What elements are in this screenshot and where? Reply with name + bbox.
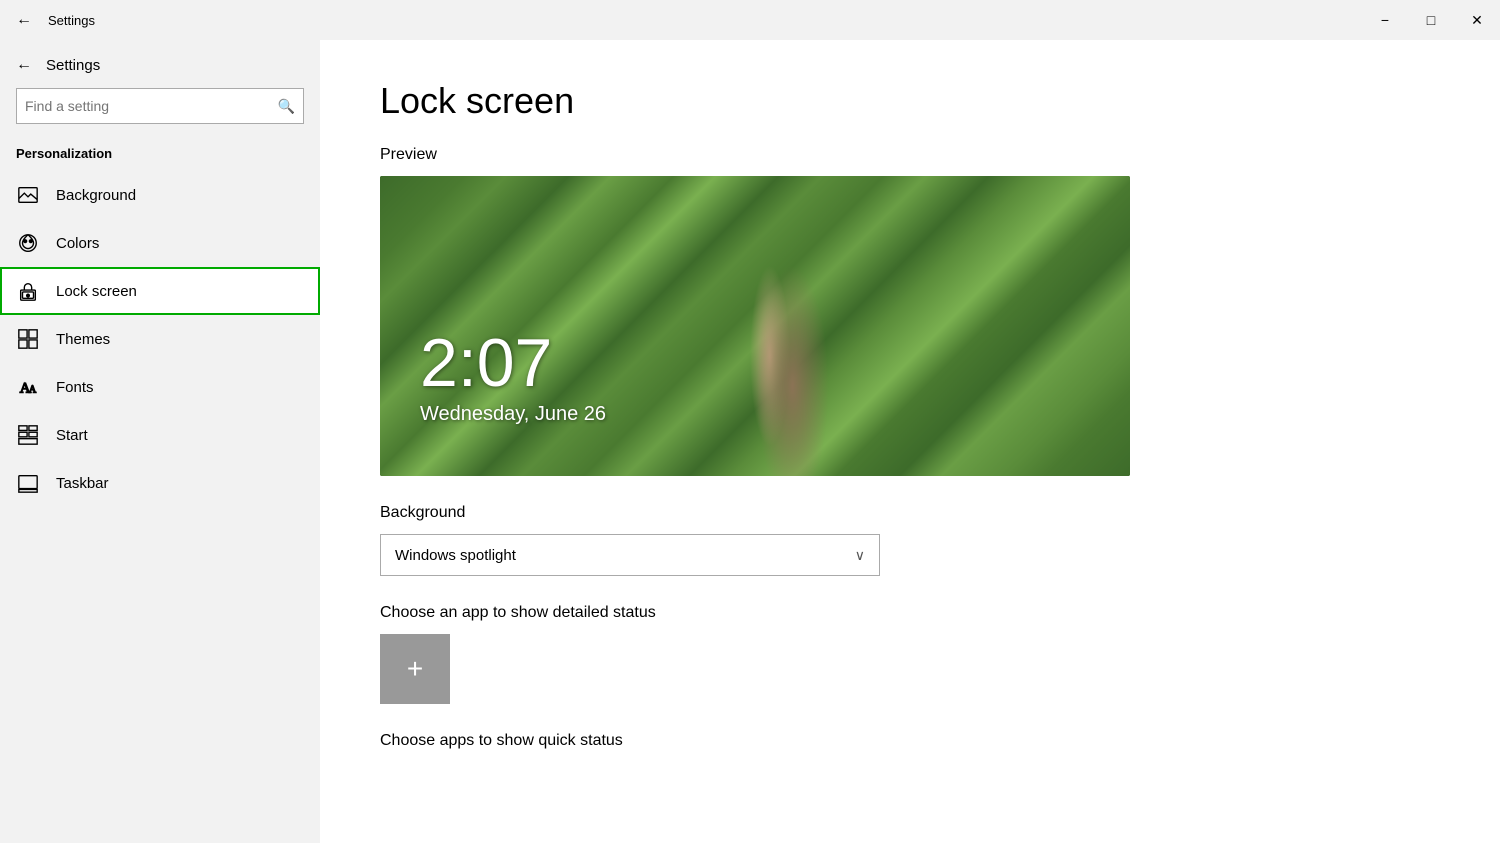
background-section: Background Windows spotlight ∨ xyxy=(380,504,1440,576)
sidebar-item-start-label: Start xyxy=(56,427,88,444)
page-title: Lock screen xyxy=(380,80,1440,122)
preview-label: Preview xyxy=(380,146,1440,164)
preview-landscape: 2:07 Wednesday, June 26 xyxy=(380,176,1130,476)
fonts-icon: A A xyxy=(16,375,40,399)
titlebar-left: ← Settings xyxy=(16,11,95,29)
plus-icon: + xyxy=(407,653,423,685)
search-box[interactable]: 🔍 xyxy=(16,88,304,124)
svg-text:A: A xyxy=(29,385,37,396)
background-section-label: Background xyxy=(380,504,1440,522)
colors-icon xyxy=(16,231,40,255)
background-dropdown-value: Windows spotlight xyxy=(395,547,516,564)
app-body: ← Settings 🔍 Personalization Background xyxy=(0,40,1500,843)
titlebar: ← Settings − □ ✕ xyxy=(0,0,1500,40)
sidebar-item-colors-label: Colors xyxy=(56,235,99,252)
sidebar-back[interactable]: ← Settings xyxy=(0,50,320,80)
maximize-button[interactable]: □ xyxy=(1408,0,1454,40)
chevron-down-icon: ∨ xyxy=(855,547,865,564)
sidebar-item-themes[interactable]: Themes xyxy=(0,315,320,363)
preview-date: Wednesday, June 26 xyxy=(420,403,606,426)
titlebar-title: Settings xyxy=(48,13,95,28)
lock-screen-icon xyxy=(16,279,40,303)
detailed-status-label: Choose an app to show detailed status xyxy=(380,604,1440,622)
nav-back-arrow: ← xyxy=(16,56,32,74)
sidebar-item-background-label: Background xyxy=(56,187,136,204)
back-arrow: ← xyxy=(16,11,32,29)
start-icon xyxy=(16,423,40,447)
sidebar-item-lockscreen[interactable]: Lock screen xyxy=(0,267,320,315)
sidebar-item-fonts-label: Fonts xyxy=(56,379,94,396)
quick-status-section: Choose apps to show quick status xyxy=(380,732,1440,750)
sidebar-item-colors[interactable]: Colors xyxy=(0,219,320,267)
minimize-button[interactable]: − xyxy=(1362,0,1408,40)
preview-overlay: 2:07 Wednesday, June 26 xyxy=(420,329,606,426)
detailed-status-section: Choose an app to show detailed status + xyxy=(380,604,1440,704)
sidebar-item-start[interactable]: Start xyxy=(0,411,320,459)
main-content: Lock screen Preview 2:07 Wednesday, June… xyxy=(320,40,1500,843)
sidebar-item-themes-label: Themes xyxy=(56,331,110,348)
titlebar-controls: − □ ✕ xyxy=(1362,0,1500,40)
sidebar-section-label: Personalization xyxy=(0,140,320,171)
background-icon xyxy=(16,183,40,207)
search-input[interactable] xyxy=(25,98,278,114)
sidebar-item-lockscreen-label: Lock screen xyxy=(56,283,137,300)
preview-time: 2:07 xyxy=(420,329,606,397)
sidebar-item-taskbar-label: Taskbar xyxy=(56,475,109,492)
sidebar-item-fonts[interactable]: A A Fonts xyxy=(0,363,320,411)
close-button[interactable]: ✕ xyxy=(1454,0,1500,40)
themes-icon xyxy=(16,327,40,351)
taskbar-icon xyxy=(16,471,40,495)
sidebar: ← Settings 🔍 Personalization Background xyxy=(0,40,320,843)
lock-screen-preview: 2:07 Wednesday, June 26 xyxy=(380,176,1130,476)
background-dropdown[interactable]: Windows spotlight ∨ xyxy=(380,534,880,576)
background-dropdown-container: Windows spotlight ∨ xyxy=(380,534,880,576)
add-app-button[interactable]: + xyxy=(380,634,450,704)
quick-status-label: Choose apps to show quick status xyxy=(380,732,1440,750)
sidebar-item-taskbar[interactable]: Taskbar xyxy=(0,459,320,507)
search-icon: 🔍 xyxy=(278,98,295,115)
sidebar-item-background[interactable]: Background xyxy=(0,171,320,219)
nav-back-title: Settings xyxy=(46,57,100,74)
